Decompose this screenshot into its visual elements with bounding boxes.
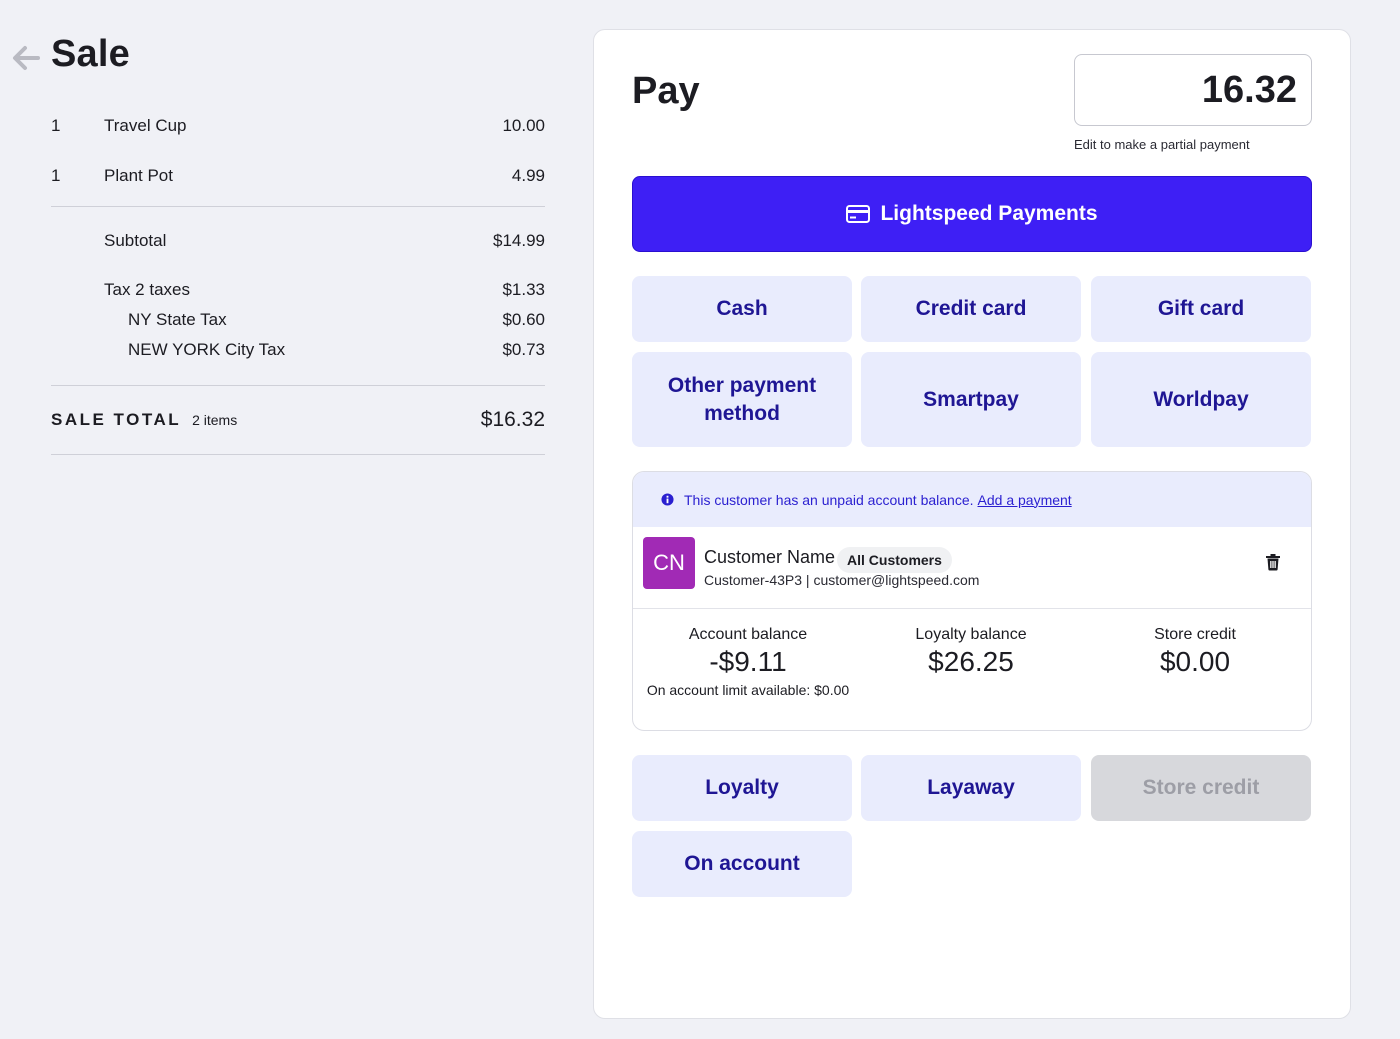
customer-group-badge: All Customers (837, 547, 952, 573)
subtotal-label: Subtotal (104, 231, 167, 250)
line-item[interactable]: 1 Plant Pot 4.99 (51, 161, 545, 191)
line-item-price: 10.00 (502, 116, 545, 135)
store-credit-button: Store credit (1091, 755, 1311, 821)
cash-button[interactable]: Cash (632, 276, 852, 342)
line-item-price: 4.99 (511, 166, 545, 185)
layaway-button[interactable]: Layaway (861, 755, 1081, 821)
subtotal-value: $14.99 (493, 231, 545, 250)
store-credit-label: Store credit (1154, 626, 1236, 643)
line-item-qty: 1 (51, 116, 61, 135)
account-balance-label: Account balance (688, 626, 808, 643)
back-arrow-icon[interactable] (10, 40, 42, 76)
payment-amount-input[interactable] (1074, 54, 1312, 126)
loyalty-balance-value: $26.25 (928, 646, 1014, 677)
line-item-name: Travel Cup (104, 116, 187, 135)
amount-hint: Edit to make a partial payment (1074, 137, 1250, 152)
divider (51, 385, 545, 386)
loyalty-balance: Loyalty balance $26.25 (856, 626, 1086, 678)
account-limit-note: On account limit available: $0.00 (646, 682, 850, 698)
credit-card-icon (846, 205, 871, 223)
divider (51, 206, 545, 207)
avatar: CN (643, 537, 695, 589)
sale-total-items: 2 items (192, 412, 238, 428)
loyalty-button[interactable]: Loyalty (632, 755, 852, 821)
on-account-button[interactable]: On account (632, 831, 852, 897)
pay-panel: Pay Edit to make a partial payment Light… (593, 29, 1351, 1019)
sale-summary: Sale 1 Travel Cup 10.00 1 Plant Pot 4.99… (0, 0, 560, 1039)
trash-icon[interactable] (1265, 553, 1285, 575)
lightspeed-payments-label: Lightspeed Payments (880, 202, 1098, 225)
tax-detail-name: NEW YORK City Tax (128, 340, 286, 359)
tax-detail-row: NY State Tax $0.60 (128, 306, 545, 334)
sale-total-title: SALE TOTAL (51, 410, 181, 429)
line-item-name: Plant Pot (104, 166, 173, 185)
worldpay-button[interactable]: Worldpay (1091, 352, 1311, 447)
smartpay-button[interactable]: Smartpay (861, 352, 1081, 447)
divider (51, 454, 545, 455)
store-credit-value: $0.00 (1159, 646, 1231, 677)
sale-total-label: SALE TOTAL 2 items (51, 410, 237, 430)
gift-card-button[interactable]: Gift card (1091, 276, 1311, 342)
credit-card-button[interactable]: Credit card (861, 276, 1081, 342)
customer-row: CN Customer Name All Customers Customer-… (633, 527, 1311, 609)
add-payment-link[interactable]: Add a payment (978, 492, 1072, 508)
subtotal-row: Subtotal $14.99 (104, 227, 545, 255)
tax-value: $1.33 (502, 280, 545, 299)
sale-total-value: $16.32 (480, 408, 545, 431)
customer-name: Customer Name (704, 547, 836, 567)
tax-detail-row: NEW YORK City Tax $0.73 (128, 336, 545, 364)
account-balance: Account balance -$9.11 On account limit … (633, 626, 863, 698)
tax-detail-value: $0.73 (502, 340, 545, 359)
lightspeed-payments-button[interactable]: Lightspeed Payments (632, 176, 1312, 252)
info-icon (661, 493, 674, 506)
account-balance-value: -$9.11 (709, 646, 787, 677)
loyalty-balance-label: Loyalty balance (915, 626, 1027, 643)
alert-text: This customer has an unpaid account bala… (684, 491, 974, 508)
customer-details: Customer-43P3 | customer@lightspeed.com (704, 572, 980, 588)
sale-title: Sale (51, 33, 130, 75)
customer-card: This customer has an unpaid account bala… (632, 471, 1312, 731)
tax-detail-value: $0.60 (502, 310, 545, 329)
line-item[interactable]: 1 Travel Cup 10.00 (51, 111, 545, 141)
tax-label: Tax 2 taxes (104, 280, 190, 299)
pay-title: Pay (632, 70, 700, 112)
tax-row: Tax 2 taxes $1.33 (104, 276, 545, 304)
other-payment-method-button[interactable]: Other payment method (632, 352, 852, 447)
store-credit-balance: Store credit $0.00 (1080, 626, 1310, 678)
sale-total-row: SALE TOTAL 2 items $16.32 (51, 404, 545, 436)
tax-detail-name: NY State Tax (128, 310, 227, 329)
unpaid-balance-alert: This customer has an unpaid account bala… (633, 472, 1311, 527)
line-item-qty: 1 (51, 166, 61, 185)
